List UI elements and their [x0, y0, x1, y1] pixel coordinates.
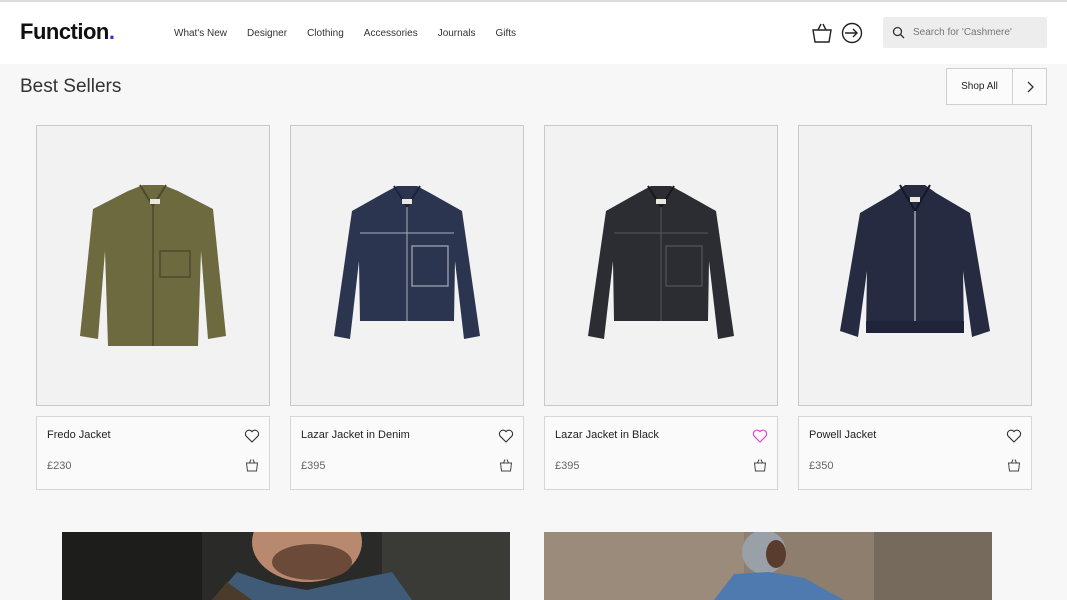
product-image[interactable]: [290, 125, 524, 406]
shop-all-button[interactable]: Shop All: [946, 68, 1047, 105]
product-info: Lazar Jacket in Denim £395: [290, 416, 524, 490]
jacket-image: [588, 184, 734, 339]
cart-icon[interactable]: [245, 458, 259, 472]
product-info: Lazar Jacket in Black £395: [544, 416, 778, 490]
jacket-image: [80, 183, 226, 346]
login-icon: [841, 22, 863, 44]
jacket-image: [840, 184, 990, 337]
cart-icon[interactable]: [753, 458, 767, 472]
nav-item-journals[interactable]: Journals: [438, 28, 476, 39]
product-image[interactable]: [798, 125, 1032, 406]
chevron-right-icon: [1027, 81, 1034, 92]
nav-item-accessories[interactable]: Accessories: [364, 28, 418, 39]
editorial-banner-left[interactable]: [62, 532, 510, 600]
product-name[interactable]: Fredo Jacket: [47, 429, 111, 441]
product-card[interactable]: Powell Jacket £350: [798, 125, 1032, 490]
product-name[interactable]: Powell Jacket: [809, 429, 876, 441]
shop-all-label[interactable]: Shop All: [947, 69, 1013, 104]
bag-icon: [812, 23, 832, 43]
search-icon: [892, 26, 905, 39]
nav-item-whats-new[interactable]: What's New: [174, 28, 227, 39]
product-price: £230: [47, 460, 72, 472]
heart-icon[interactable]: [244, 428, 260, 444]
product-card[interactable]: Lazar Jacket in Denim £395: [290, 125, 524, 490]
next-arrow-button[interactable]: [1013, 69, 1046, 104]
cart-icon[interactable]: [1007, 458, 1021, 472]
product-name[interactable]: Lazar Jacket in Denim: [301, 429, 410, 441]
search-input[interactable]: [913, 17, 1041, 48]
product-price: £395: [555, 460, 580, 472]
jacket-image: [334, 184, 480, 339]
section-title: Best Sellers: [20, 76, 122, 97]
heart-icon[interactable]: [1006, 428, 1022, 444]
site-header: Function. What's New Designer Clothing A…: [0, 2, 1067, 64]
heart-icon-favorited[interactable]: [752, 428, 768, 444]
product-info: Powell Jacket £350: [798, 416, 1032, 490]
product-card[interactable]: Fredo Jacket £230: [36, 125, 270, 490]
product-image[interactable]: [36, 125, 270, 406]
main-nav: What's New Designer Clothing Accessories…: [174, 28, 536, 39]
editorial-photo: [62, 532, 510, 600]
product-image[interactable]: [544, 125, 778, 406]
login-button[interactable]: [840, 21, 864, 45]
cart-icon[interactable]: [499, 458, 513, 472]
heart-icon[interactable]: [498, 428, 514, 444]
product-card[interactable]: Lazar Jacket in Black £395: [544, 125, 778, 490]
product-price: £350: [809, 460, 834, 472]
nav-item-designer[interactable]: Designer: [247, 28, 287, 39]
editorial-photo: [544, 532, 992, 600]
product-name[interactable]: Lazar Jacket in Black: [555, 429, 659, 441]
product-price: £395: [301, 460, 326, 472]
nav-item-gifts[interactable]: Gifts: [496, 28, 517, 39]
nav-item-clothing[interactable]: Clothing: [307, 28, 344, 39]
bag-button[interactable]: [810, 21, 834, 45]
product-info: Fredo Jacket £230: [36, 416, 270, 490]
brand-logo[interactable]: Function.: [20, 19, 115, 45]
search-box: [883, 17, 1047, 48]
editorial-banner-right[interactable]: [544, 532, 992, 600]
